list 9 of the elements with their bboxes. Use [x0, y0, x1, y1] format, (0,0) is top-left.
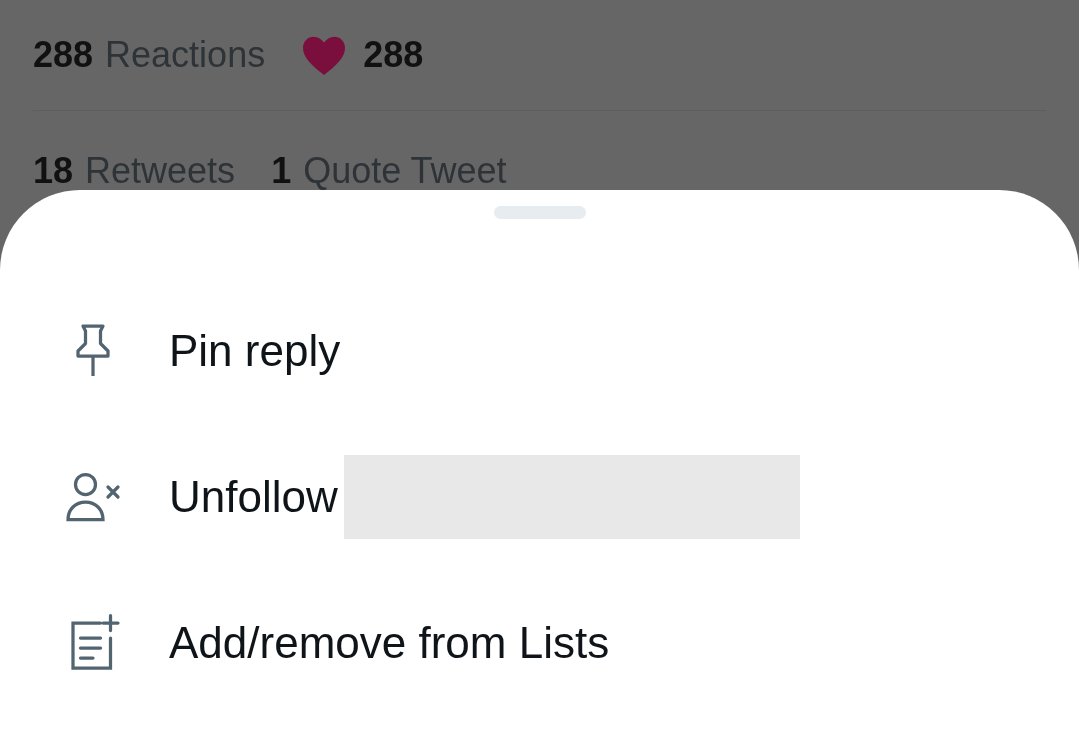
- drag-handle[interactable]: [493, 206, 586, 219]
- stat-count: 288: [33, 33, 94, 77]
- stat-count: 18: [33, 149, 74, 193]
- stat-count: 1: [271, 149, 292, 193]
- menu-item[interactable]: Add/remove from Lists: [0, 597, 1079, 689]
- like-count: 288: [363, 33, 424, 77]
- menu-item[interactable]: Unfollow: [0, 451, 1079, 543]
- heart-icon[interactable]: [301, 34, 348, 76]
- menu-item[interactable]: Pin reply: [0, 305, 1079, 397]
